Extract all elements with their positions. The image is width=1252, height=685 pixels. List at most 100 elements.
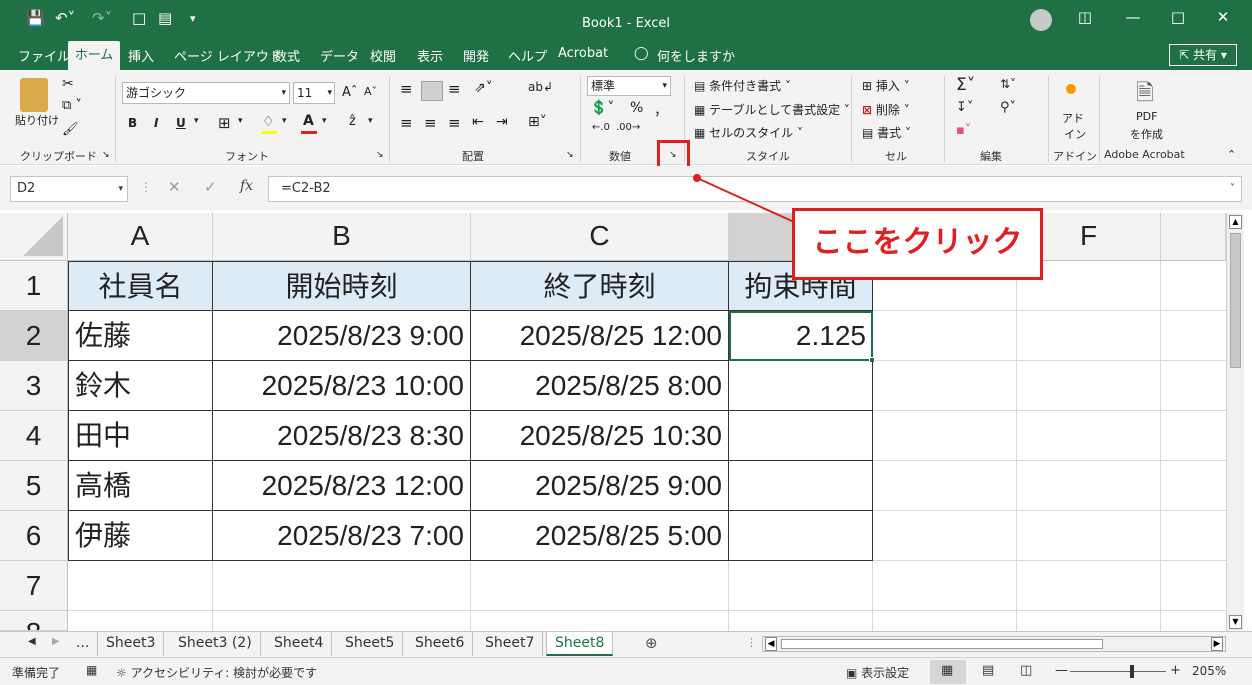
select-all-corner[interactable] — [0, 213, 68, 261]
header-cell-end[interactable]: 終了時刻 — [471, 262, 729, 311]
tell-me-search[interactable]: 何をしますか — [657, 46, 735, 65]
account-avatar[interactable] — [1030, 9, 1052, 31]
vertical-scrollbar[interactable]: ▲ ▼ — [1226, 213, 1244, 631]
cell-duration[interactable] — [729, 511, 873, 561]
new-icon[interactable]: □ — [132, 9, 146, 27]
column-header-g[interactable] — [1161, 213, 1226, 261]
pdf-icon[interactable]: 🗎 — [1136, 76, 1154, 114]
insert-function-icon[interactable]: fx — [240, 178, 253, 194]
zoom-slider-thumb[interactable] — [1130, 665, 1134, 678]
paste-icon[interactable] — [20, 78, 48, 112]
cell-start[interactable]: 2025/8/23 7:00 — [213, 511, 471, 561]
zoom-out-icon[interactable]: — — [1055, 663, 1068, 678]
autosum-icon[interactable]: Σ˅ — [956, 75, 975, 95]
cell-start[interactable]: 2025/8/23 9:00 — [213, 311, 471, 361]
find-select-icon[interactable]: ⚲˅ — [1000, 100, 1016, 115]
fill-color-dropdown-icon[interactable]: ▾ — [282, 116, 287, 126]
save-icon[interactable]: 💾 — [26, 9, 45, 27]
scroll-down-icon[interactable]: ▼ — [1229, 615, 1242, 629]
format-as-table-button[interactable]: ▦ テーブルとして書式設定 ˅ — [694, 101, 850, 118]
name-box[interactable]: D2 ▾ — [10, 176, 128, 202]
row-header-6[interactable]: 6 — [0, 511, 68, 561]
borders-icon[interactable]: ⊞ — [218, 114, 231, 132]
redo-icon[interactable]: ↷˅ — [92, 9, 112, 27]
insert-cells-button[interactable]: ⊞ 挿入 ˅ — [862, 77, 910, 94]
cell-duration-selected[interactable]: 2.125 — [729, 311, 873, 361]
macro-record-icon[interactable]: ▦ — [86, 663, 97, 677]
align-middle-icon[interactable] — [421, 81, 443, 101]
scroll-up-icon[interactable]: ▲ — [1229, 215, 1242, 229]
underline-button[interactable]: U — [176, 116, 186, 130]
sheet-tab-sheet4[interactable]: Sheet4 — [266, 632, 333, 656]
font-name-box[interactable]: 游ゴシック ▾ — [122, 82, 290, 104]
phonetic-icon[interactable]: ẑ — [349, 114, 356, 129]
sheet-tab-sheet5[interactable]: Sheet5 — [337, 632, 404, 656]
display-settings-button[interactable]: ▣ 表示設定 — [846, 664, 909, 681]
increase-font-icon[interactable]: Aˆ — [342, 85, 357, 100]
sheet-tab-sheet8-active[interactable]: Sheet8 — [546, 632, 614, 656]
clipboard-launcher-icon[interactable]: ↘ — [102, 150, 110, 160]
font-color-icon[interactable]: A — [303, 113, 314, 129]
tab-help[interactable]: ヘルプ — [508, 46, 547, 65]
tab-acrobat[interactable]: Acrobat — [558, 46, 608, 61]
maximize-icon[interactable]: □ — [1163, 8, 1193, 26]
paste-button[interactable]: 貼り付け — [15, 112, 59, 128]
tab-file[interactable]: ファイル — [18, 46, 70, 65]
underline-dropdown-icon[interactable]: ▾ — [194, 116, 199, 126]
form-icon[interactable]: ▤ — [158, 9, 172, 27]
addins-button-line1[interactable]: アド — [1062, 110, 1084, 126]
comma-style-button[interactable]: ， — [654, 100, 668, 120]
tab-splitter-icon[interactable]: ⋮ — [746, 636, 757, 649]
prev-sheet-icon[interactable]: ◀ — [28, 636, 36, 647]
ribbon-display-icon[interactable]: ◫ — [1070, 8, 1100, 26]
page-layout-view-icon[interactable]: ▤ — [982, 663, 994, 678]
enter-icon[interactable]: ✓ — [204, 178, 217, 196]
fill-color-icon[interactable]: ♢ — [262, 114, 275, 130]
customize-qat-icon[interactable]: ▾ — [190, 12, 196, 25]
cell-name[interactable]: 鈴木 — [69, 361, 213, 411]
tab-view[interactable]: 表示 — [417, 46, 443, 65]
undo-icon[interactable]: ↶˅ — [55, 9, 75, 27]
number-format-box[interactable]: 標準 ▾ — [587, 76, 671, 96]
increase-indent-icon[interactable]: ⇥ — [496, 114, 508, 130]
conditional-formatting-button[interactable]: ▤ 条件付き書式 ˅ — [694, 77, 791, 94]
align-top-icon[interactable]: ≡ — [400, 80, 413, 98]
horizontal-scrollbar[interactable]: ◀ ▶ — [762, 636, 1226, 652]
cell-name[interactable]: 伊藤 — [69, 511, 213, 561]
column-header-b[interactable]: B — [213, 213, 471, 261]
tab-review[interactable]: 校閲 — [370, 46, 396, 65]
merge-center-icon[interactable]: ⊞˅ — [528, 114, 547, 130]
row-header-2[interactable]: 2 — [0, 311, 68, 361]
close-icon[interactable]: ✕ — [1208, 8, 1238, 26]
copy-icon[interactable]: ⧉ ˅ — [62, 98, 82, 113]
tab-data[interactable]: データ — [320, 46, 359, 65]
row-header-5[interactable]: 5 — [0, 461, 68, 511]
cancel-icon[interactable]: ✕ — [168, 178, 181, 196]
format-cells-button[interactable]: ▤ 書式 ˅ — [862, 124, 911, 141]
cell-end[interactable]: 2025/8/25 9:00 — [471, 461, 729, 511]
zoom-slider[interactable] — [1070, 671, 1166, 672]
cell-duration[interactable] — [729, 461, 873, 511]
zoom-level[interactable]: 205% — [1192, 664, 1226, 678]
sheet-tab-more[interactable]: ... — [68, 632, 99, 656]
increase-decimal-icon[interactable]: ←.0 — [592, 122, 610, 133]
cell-name[interactable]: 高橋 — [69, 461, 213, 511]
cell-name[interactable]: 田中 — [69, 411, 213, 461]
font-launcher-icon[interactable]: ↘ — [376, 150, 384, 160]
font-size-box[interactable]: 11 ▾ — [293, 82, 335, 104]
row-header-4[interactable]: 4 — [0, 411, 68, 461]
delete-cells-button[interactable]: ⊠ 削除 ˅ — [862, 101, 910, 118]
next-sheet-icon[interactable]: ▶ — [52, 636, 60, 647]
header-cell-start[interactable]: 開始時刻 — [213, 262, 471, 311]
accessibility-status[interactable]: ☼ アクセシビリティ: 検討が必要です — [116, 664, 317, 681]
sheet-tab-sheet3-2[interactable]: Sheet3 (2) — [170, 632, 261, 656]
align-right-icon[interactable]: ≡ — [448, 114, 461, 132]
tab-developer[interactable]: 開発 — [463, 46, 489, 65]
sheet-tab-sheet6[interactable]: Sheet6 — [407, 632, 474, 656]
orientation-icon[interactable]: ⇗˅ — [474, 80, 493, 96]
cell-name[interactable]: 佐藤 — [69, 311, 213, 361]
add-sheet-icon[interactable]: ⊕ — [645, 634, 658, 652]
sort-filter-icon[interactable]: ⇅˅ — [1000, 77, 1016, 91]
percent-style-button[interactable]: % — [630, 100, 643, 116]
row-header-7[interactable]: 7 — [0, 561, 68, 611]
